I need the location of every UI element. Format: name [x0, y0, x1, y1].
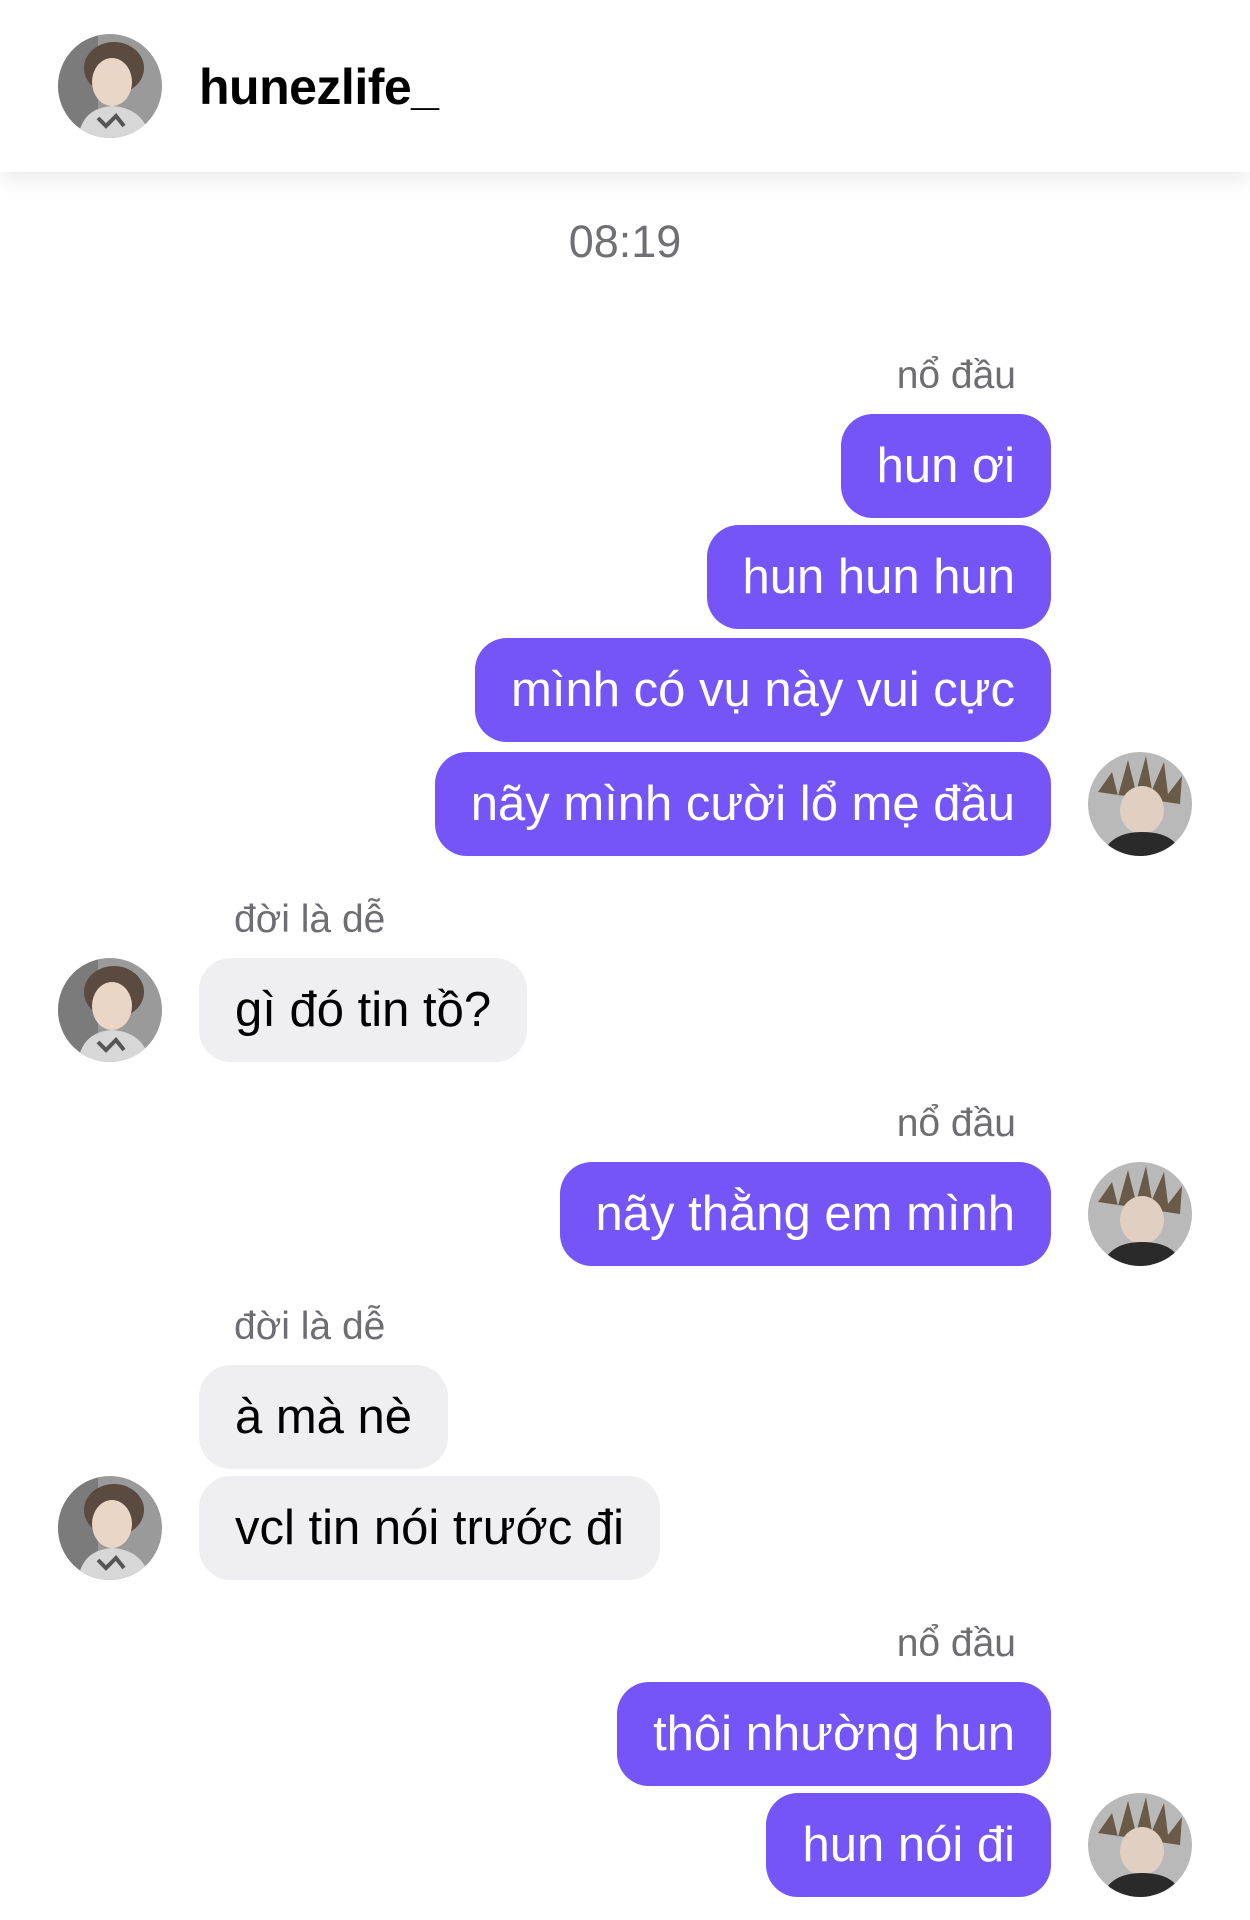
- message-timestamp: 08:19: [568, 216, 682, 267]
- my-avatar[interactable]: [1088, 1793, 1192, 1897]
- incoming-message-bubble[interactable]: gì đó tin tồ?: [199, 958, 528, 1062]
- contact-avatar[interactable]: [58, 34, 162, 138]
- outgoing-message-bubble[interactable]: thôi nhường hun: [617, 1682, 1051, 1786]
- outgoing-message-bubble[interactable]: hun ơi: [840, 414, 1051, 518]
- sender-name: nổ đầu: [896, 1622, 1016, 1665]
- outgoing-message-bubble[interactable]: mình có vụ này vui cực: [475, 638, 1051, 742]
- contact-username[interactable]: hunezlife_: [199, 55, 439, 119]
- outgoing-message-bubble[interactable]: hun hun hun: [706, 525, 1051, 629]
- incoming-message-bubble[interactable]: vcl tin nói trước đi: [199, 1476, 660, 1580]
- outgoing-message-bubble[interactable]: hun nói đi: [766, 1793, 1051, 1897]
- chat-header: hunezlife_: [0, 0, 1250, 172]
- incoming-message-bubble[interactable]: à mà nè: [199, 1365, 449, 1469]
- sender-name: nổ đầu: [896, 1102, 1016, 1145]
- contact-avatar[interactable]: [58, 958, 162, 1062]
- my-avatar[interactable]: [1088, 1162, 1192, 1266]
- contact-avatar[interactable]: [58, 1476, 162, 1580]
- outgoing-message-bubble[interactable]: nãy thằng em mình: [559, 1162, 1051, 1266]
- my-avatar[interactable]: [1088, 752, 1192, 856]
- sender-name: nổ đầu: [896, 354, 1016, 397]
- sender-name: đời là dễ: [234, 898, 386, 941]
- sender-name: đời là dễ: [234, 1305, 386, 1348]
- outgoing-message-bubble[interactable]: nãy mình cười lổ mẹ đầu: [434, 752, 1051, 856]
